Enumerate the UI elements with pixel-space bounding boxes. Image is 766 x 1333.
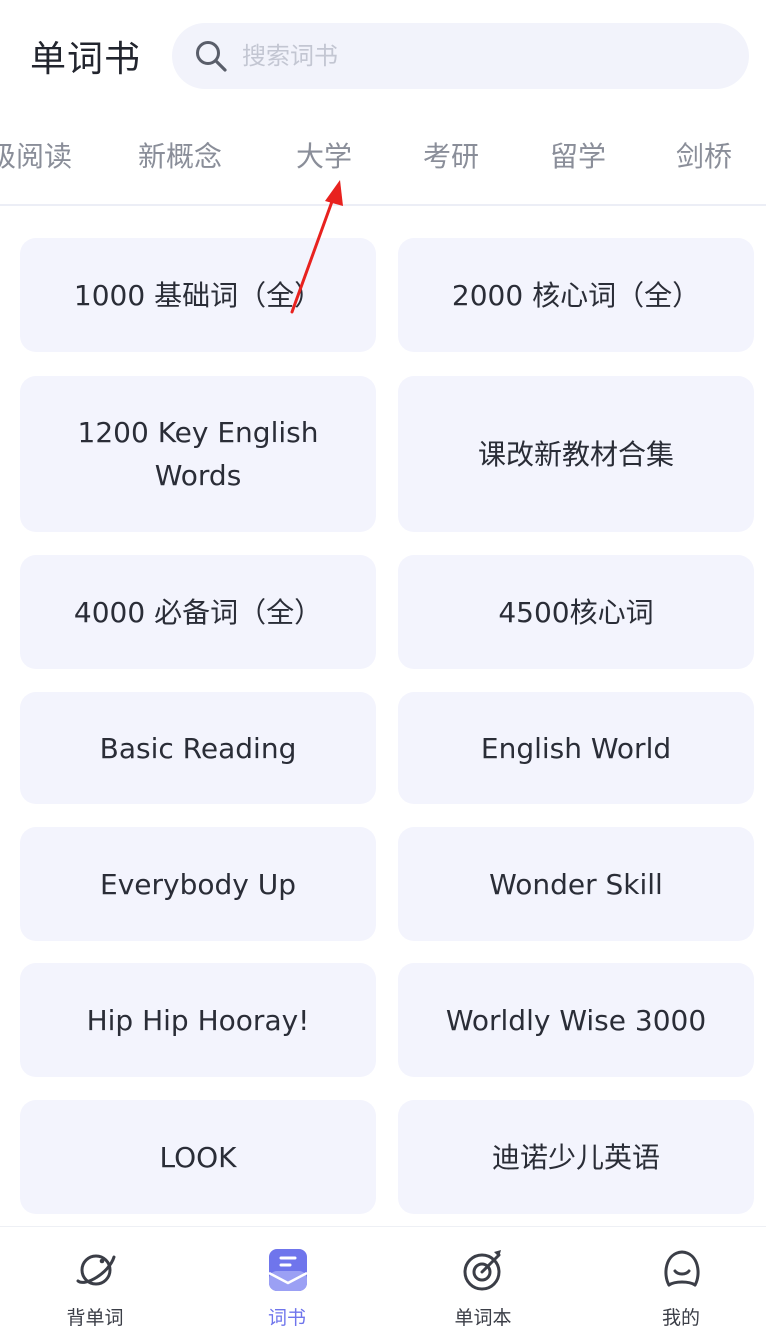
book-title: 1000 基础词（全） xyxy=(73,278,323,312)
book-card[interactable]: 1000 基础词（全） xyxy=(20,238,376,352)
target-icon xyxy=(463,1250,501,1291)
book-title: Wonder Skill xyxy=(489,867,663,901)
book-title: 课改新教材合集 xyxy=(477,437,674,471)
page-title: 单词书 xyxy=(30,39,142,80)
book-card[interactable]: 1200 Key English Words xyxy=(20,376,376,532)
tab-university[interactable]: 大学 xyxy=(296,135,352,175)
search-input[interactable] xyxy=(242,33,722,79)
book-title: 迪诺少儿英语 xyxy=(491,1140,660,1174)
nav-label: 单词本 xyxy=(454,1307,512,1329)
book-title: 2000 核心词（全） xyxy=(451,278,701,312)
book-title: Worldly Wise 3000 xyxy=(445,1003,707,1037)
book-card[interactable]: 课改新教材合集 xyxy=(398,376,754,532)
book-grid: 1000 基础词（全） 2000 核心词（全） 1200 Key English… xyxy=(0,206,766,1226)
book-title: 4000 必备词（全） xyxy=(73,595,323,629)
tab-reading[interactable]: 级阅读 xyxy=(0,135,72,175)
book-card[interactable]: 4000 必备词（全） xyxy=(20,555,376,669)
tab-postgraduate[interactable]: 考研 xyxy=(423,135,479,175)
book-card[interactable]: 2000 核心词（全） xyxy=(398,238,754,352)
nav-label: 背单词 xyxy=(66,1307,124,1329)
book-card[interactable]: Wonder Skill xyxy=(398,827,754,941)
nav-item-profile[interactable]: 我的 xyxy=(586,1227,766,1333)
book-title: 4500核心词 xyxy=(498,595,654,629)
book-title: 1200 Key English Words xyxy=(77,416,319,492)
user-icon xyxy=(664,1250,700,1287)
book-card[interactable]: Worldly Wise 3000 xyxy=(398,963,754,1077)
book-card[interactable]: 4500核心词 xyxy=(398,555,754,669)
nav-label: 词书 xyxy=(267,1307,306,1329)
book-card[interactable]: LOOK xyxy=(20,1100,376,1214)
book-title: Everybody Up xyxy=(100,867,296,901)
search-bar[interactable] xyxy=(172,23,749,89)
book-card[interactable]: Everybody Up xyxy=(20,827,376,941)
bottom-nav: 背单词 词书 单词本 我的 xyxy=(0,1226,766,1333)
nav-item-wordbook[interactable]: 单词本 xyxy=(388,1227,578,1333)
nav-item-study[interactable]: 背单词 xyxy=(0,1227,190,1333)
planet-icon xyxy=(76,1254,116,1286)
book-title: LOOK xyxy=(159,1140,237,1174)
book-icon xyxy=(268,1249,308,1291)
book-card[interactable]: English World xyxy=(398,692,754,804)
tab-study-abroad[interactable]: 留学 xyxy=(550,135,606,175)
nav-label: 我的 xyxy=(661,1307,700,1329)
book-title: English World xyxy=(480,731,672,765)
book-card[interactable]: Hip Hip Hooray! xyxy=(20,963,376,1077)
category-tabs: 级阅读 新概念 大学 考研 留学 剑桥 xyxy=(0,115,766,205)
book-card[interactable]: 迪诺少儿英语 xyxy=(398,1100,754,1214)
search-icon xyxy=(196,41,227,72)
book-title: Hip Hip Hooray! xyxy=(86,1003,310,1037)
nav-item-books[interactable]: 词书 xyxy=(192,1227,382,1333)
book-title: Basic Reading xyxy=(99,731,297,765)
tab-cambridge[interactable]: 剑桥 xyxy=(676,135,732,175)
header: 单词书 xyxy=(0,0,766,115)
tab-new-concept[interactable]: 新概念 xyxy=(138,135,222,175)
book-card[interactable]: Basic Reading xyxy=(20,692,376,804)
